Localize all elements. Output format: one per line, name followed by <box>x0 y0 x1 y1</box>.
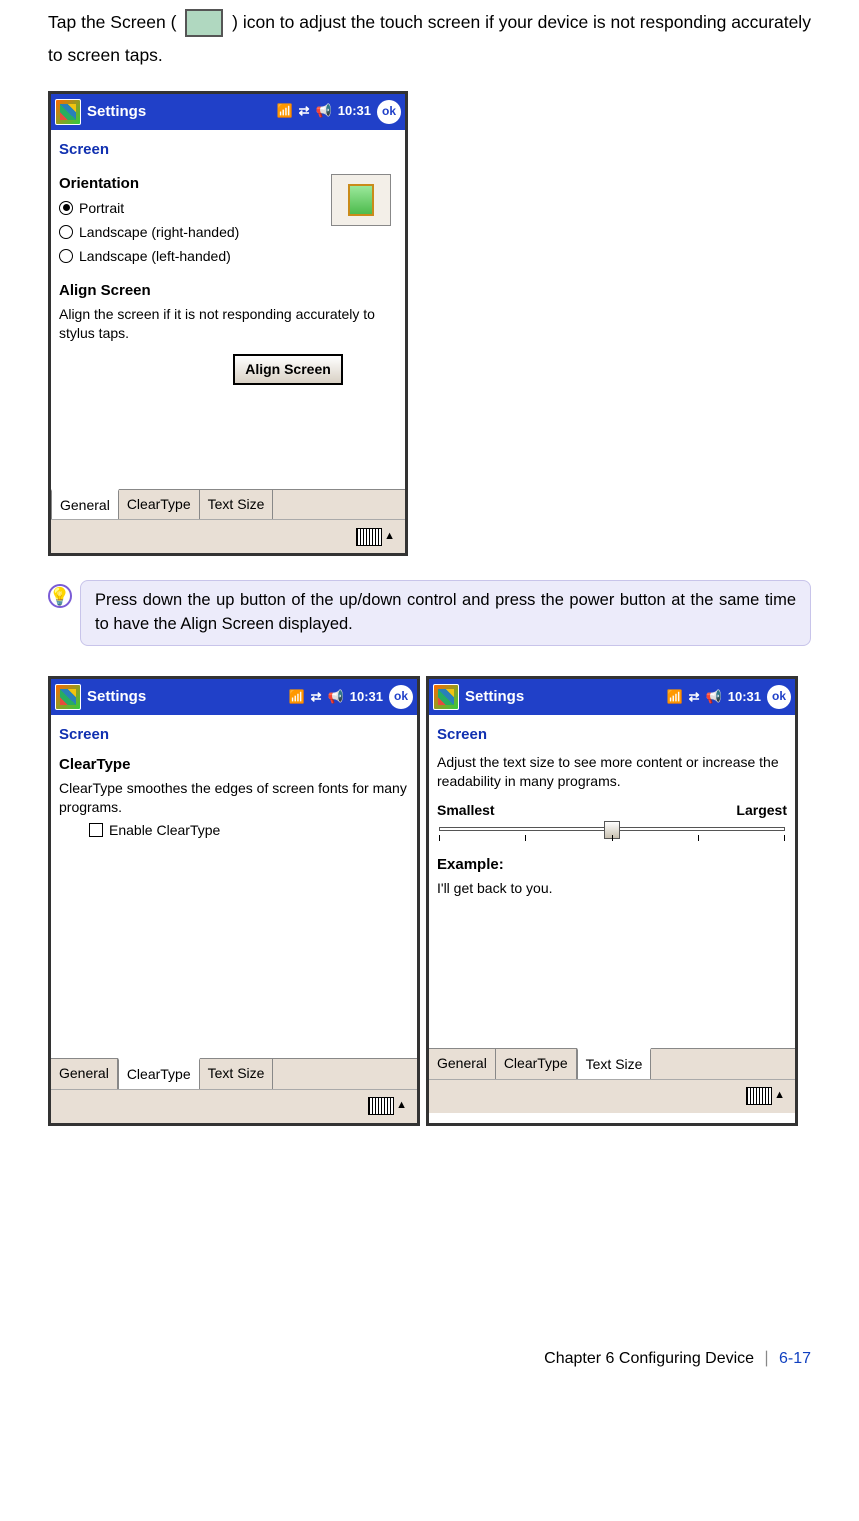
title-bar: Settings 📶 ⇄ 📢 10:31 ok <box>51 94 405 130</box>
start-icon[interactable] <box>55 99 81 125</box>
intro-pre: Tap the Screen ( <box>48 12 176 32</box>
start-icon[interactable] <box>433 684 459 710</box>
checkbox-label: Enable ClearType <box>109 819 220 841</box>
tip-callout: 💡 Press down the up button of the up/dow… <box>48 580 811 646</box>
sip-arrow-icon[interactable]: ▲ <box>774 1087 785 1105</box>
sync-icon: ⇄ <box>689 687 700 708</box>
cleartype-description: ClearType smoothes the edges of screen f… <box>59 779 409 817</box>
pda-screenshot-cleartype: Settings 📶 ⇄ 📢 10:31 ok Screen ClearType… <box>48 676 420 1126</box>
sip-bar: ▲ <box>429 1079 795 1113</box>
chapter-label: Chapter 6 Configuring Device <box>544 1350 754 1367</box>
tab-bar: General ClearType Text Size <box>429 1048 795 1078</box>
tab-empty <box>273 490 405 519</box>
tab-textsize[interactable]: Text Size <box>200 490 274 519</box>
signal-icon: 📶 <box>666 687 682 708</box>
tab-general[interactable]: General <box>51 1059 118 1088</box>
smallest-label: Smallest <box>437 799 495 821</box>
radio-icon <box>59 249 73 263</box>
ok-button[interactable]: ok <box>389 685 413 709</box>
ok-button[interactable]: ok <box>377 100 401 124</box>
sync-icon: ⇄ <box>311 687 322 708</box>
tab-general[interactable]: General <box>429 1049 496 1078</box>
orientation-preview-icon <box>331 174 391 226</box>
sip-bar: ▲ <box>51 519 405 553</box>
app-title: Settings <box>87 685 146 709</box>
radio-icon <box>59 225 73 239</box>
screen-settings-icon <box>185 9 223 37</box>
app-title: Settings <box>465 685 524 709</box>
radio-landscape-left[interactable]: Landscape (left-handed) <box>59 244 239 268</box>
tab-empty <box>651 1049 795 1078</box>
radio-portrait[interactable]: Portrait <box>59 196 239 220</box>
page-number: 6-17 <box>779 1350 811 1367</box>
intro-paragraph: Tap the Screen ( ) icon to adjust the to… <box>48 6 811 73</box>
radio-icon <box>59 201 73 215</box>
tab-cleartype[interactable]: ClearType <box>119 490 200 519</box>
tab-empty <box>273 1059 417 1088</box>
pda-screenshot-textsize: Settings 📶 ⇄ 📢 10:31 ok Screen Adjust th… <box>426 676 798 1126</box>
app-title: Settings <box>87 100 146 124</box>
sip-bar: ▲ <box>51 1089 417 1123</box>
clock-time: 10:31 <box>350 687 383 708</box>
tab-general[interactable]: General <box>51 489 119 519</box>
page-footer: Chapter 6 Configuring Device ∣ 6-17 <box>48 1346 811 1372</box>
tab-textsize[interactable]: Text Size <box>577 1048 652 1078</box>
example-text: I'll get back to you. <box>437 879 787 898</box>
radio-label: Landscape (right-handed) <box>79 221 239 243</box>
title-bar: Settings 📶 ⇄ 📢 10:31 ok <box>429 679 795 715</box>
cleartype-heading: ClearType <box>59 753 409 777</box>
ok-button[interactable]: ok <box>767 685 791 709</box>
sip-arrow-icon[interactable]: ▲ <box>384 528 395 546</box>
textsize-slider[interactable] <box>439 823 785 847</box>
textsize-description: Adjust the text size to see more content… <box>437 753 787 791</box>
example-heading: Example: <box>437 853 787 877</box>
pda-screenshot-general: Settings 📶 ⇄ 📢 10:31 ok Screen Orientati… <box>48 91 408 557</box>
slider-end-labels: Smallest Largest <box>437 799 787 821</box>
screen-heading: Screen <box>59 723 409 747</box>
tab-cleartype[interactable]: ClearType <box>496 1049 577 1078</box>
radio-landscape-right[interactable]: Landscape (right-handed) <box>59 220 239 244</box>
keyboard-icon[interactable] <box>356 528 382 546</box>
tab-bar: General ClearType Text Size <box>51 489 405 519</box>
checkbox-icon <box>89 823 103 837</box>
align-screen-button[interactable]: Align Screen <box>233 354 343 384</box>
clock-time: 10:31 <box>728 687 761 708</box>
status-icons: 📶 ⇄ 📢 10:31 <box>276 101 371 122</box>
orientation-heading: Orientation <box>59 172 239 196</box>
sip-arrow-icon[interactable]: ▲ <box>396 1097 407 1115</box>
tab-cleartype[interactable]: ClearType <box>118 1058 200 1088</box>
screen-heading: Screen <box>437 723 787 747</box>
enable-cleartype-checkbox[interactable]: Enable ClearType <box>89 819 409 841</box>
largest-label: Largest <box>736 799 787 821</box>
signal-icon: 📶 <box>276 101 292 122</box>
tip-bulb-icon: 💡 <box>48 584 72 608</box>
tab-bar: General ClearType Text Size <box>51 1058 417 1088</box>
align-heading: Align Screen <box>59 279 397 303</box>
keyboard-icon[interactable] <box>368 1097 394 1115</box>
radio-label: Landscape (left-handed) <box>79 245 231 267</box>
sync-icon: ⇄ <box>299 101 310 122</box>
signal-icon: 📶 <box>288 687 304 708</box>
tab-textsize[interactable]: Text Size <box>200 1059 274 1088</box>
speaker-icon: 📢 <box>328 687 344 708</box>
keyboard-icon[interactable] <box>746 1087 772 1105</box>
align-description: Align the screen if it is not responding… <box>59 305 397 343</box>
clock-time: 10:31 <box>338 101 371 122</box>
screen-heading: Screen <box>59 138 397 162</box>
footer-separator: ∣ <box>763 1350 771 1367</box>
radio-label: Portrait <box>79 197 124 219</box>
tip-text: Press down the up button of the up/down … <box>80 580 811 646</box>
start-icon[interactable] <box>55 684 81 710</box>
status-icons: 📶 ⇄ 📢 10:31 <box>288 687 383 708</box>
speaker-icon: 📢 <box>706 687 722 708</box>
status-icons: 📶 ⇄ 📢 10:31 <box>666 687 761 708</box>
speaker-icon: 📢 <box>316 101 332 122</box>
title-bar: Settings 📶 ⇄ 📢 10:31 ok <box>51 679 417 715</box>
